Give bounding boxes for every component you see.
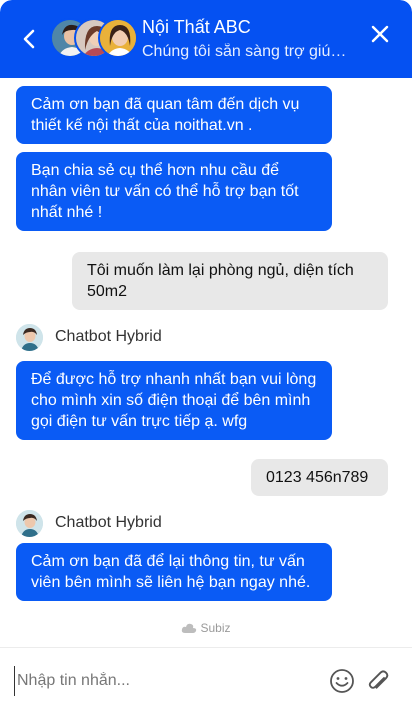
- message-bubble: 0123 456n789: [251, 459, 388, 496]
- chat-widget: Nội Thất ABC Chúng tôi sẵn sàng trợ giú……: [0, 0, 412, 715]
- message-bubble: Tôi muốn làm lại phòng ngủ, diện tích 50…: [72, 252, 388, 310]
- message-composer: [0, 648, 412, 715]
- bot-avatar: [16, 509, 43, 537]
- attach-button[interactable]: [365, 667, 391, 695]
- chevron-left-icon: [23, 29, 35, 49]
- message-list: Cảm ơn bạn đã quan tâm đến dịch vụ thiết…: [0, 78, 412, 645]
- message-bubble: Cảm ơn bạn đã quan tâm đến dịch vụ thiết…: [16, 86, 332, 144]
- subiz-logo-icon: [182, 623, 197, 633]
- powered-by[interactable]: Subiz: [0, 621, 412, 635]
- smiley-icon: [330, 669, 354, 693]
- chat-subtitle: Chúng tôi sẵn sàng trợ giú…: [142, 43, 347, 60]
- bot-sender-name: Chatbot Hybrid: [55, 328, 162, 345]
- message-bubble: Bạn chia sẻ cụ thể hơn nhu cầu để nhân v…: [16, 152, 332, 231]
- message-bubble: Cảm ơn bạn đã để lại thông tin, tư vấn v…: [16, 543, 332, 601]
- bot-sender-name: Chatbot Hybrid: [55, 514, 162, 531]
- close-icon: [371, 25, 389, 43]
- powered-by-label: Subiz: [200, 621, 231, 635]
- chat-title: Nội Thất ABC: [142, 17, 251, 37]
- bot-sender-label: Chatbot Hybrid: [16, 509, 162, 537]
- chat-header: Nội Thất ABC Chúng tôi sẵn sàng trợ giú…: [0, 0, 412, 78]
- bot-sender-label: Chatbot Hybrid: [16, 323, 162, 351]
- emoji-button[interactable]: [329, 668, 355, 694]
- agent-avatars: [50, 18, 140, 60]
- close-button[interactable]: [366, 20, 394, 48]
- agent-avatar: [98, 18, 138, 58]
- message-input[interactable]: [14, 666, 314, 696]
- bot-avatar: [16, 323, 43, 351]
- message-bubble: Để được hỗ trợ nhanh nhất bạn vui lòng c…: [16, 361, 332, 440]
- back-button[interactable]: [14, 24, 44, 54]
- paperclip-icon: [368, 670, 389, 689]
